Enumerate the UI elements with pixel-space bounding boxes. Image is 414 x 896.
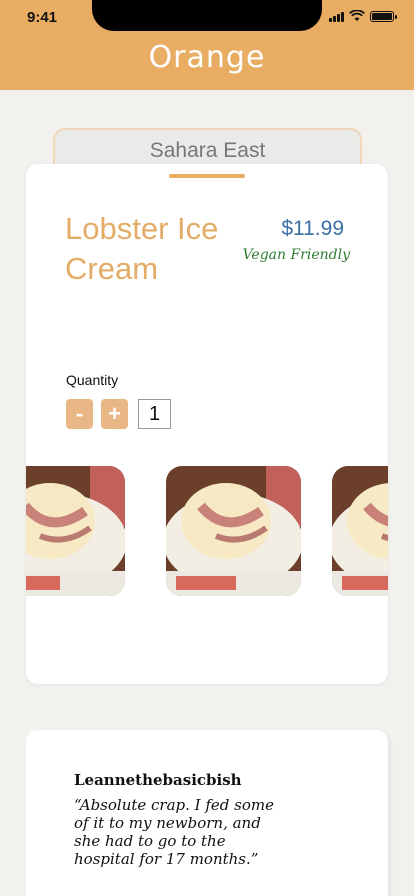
- item-name: Lobster Ice Cream: [65, 211, 219, 286]
- signal-icon: [329, 11, 344, 22]
- drag-handle[interactable]: [169, 174, 245, 178]
- venue-name: Sahara East: [149, 139, 266, 162]
- item-photo[interactable]: [332, 466, 388, 596]
- dietary-tag: Vegan Friendly: [242, 247, 350, 263]
- device-notch: [92, 0, 322, 31]
- quantity-value[interactable]: 1: [138, 399, 171, 429]
- review-author: Leannethebasicbish: [74, 771, 242, 789]
- brand-logo: Orange: [148, 40, 266, 75]
- quantity-label: Quantity: [66, 372, 119, 388]
- review-card: Leannethebasicbish “Absolute crap. I fed…: [26, 730, 388, 896]
- battery-icon: [370, 10, 397, 22]
- status-time: 9:41: [27, 9, 58, 26]
- review-text: “Absolute crap. I fed some of it to my n…: [74, 796, 275, 868]
- wifi-icon: [349, 10, 365, 21]
- item-detail-card: Lobster Ice Cream $11.99 Vegan Friendly …: [26, 164, 388, 684]
- increase-quantity-button[interactable]: +: [101, 399, 128, 429]
- app-header: 9:41 Orange: [0, 0, 414, 90]
- item-price: $11.99: [281, 217, 344, 240]
- item-photo[interactable]: [26, 466, 125, 596]
- item-photo[interactable]: [166, 466, 301, 596]
- status-icons: [329, 10, 397, 22]
- decrease-quantity-button[interactable]: -: [66, 399, 93, 429]
